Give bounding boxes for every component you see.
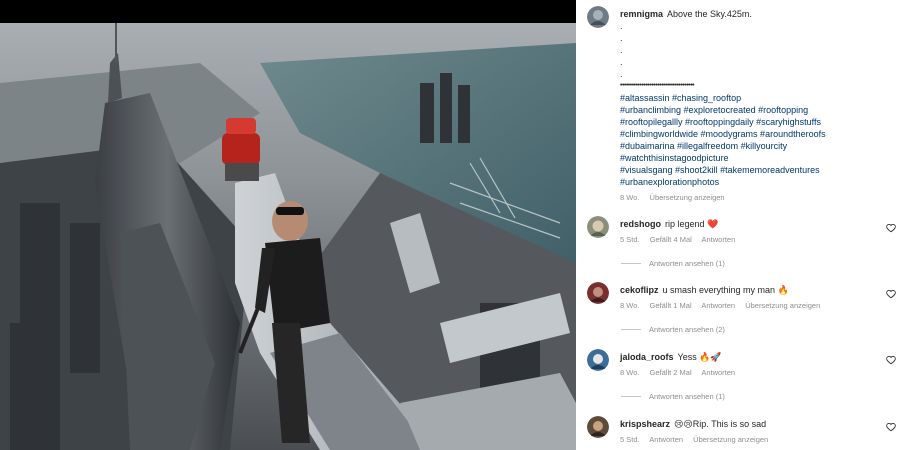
comment-username[interactable]: redshogo [620, 219, 661, 229]
view-replies[interactable]: Antworten ansehen (1) [621, 392, 725, 401]
comment-text-line: jaloda_roofs Yess 🔥🚀 [620, 352, 880, 363]
dot-line: . [620, 33, 623, 43]
dot-line: . [620, 45, 623, 55]
view-replies[interactable]: Antworten ansehen (2) [621, 325, 725, 334]
comments-panel: remnigma Above the Sky.425m. . . . . . ••… [576, 0, 900, 450]
hashtag-line[interactable]: #rooftopilegallly #rooftoppingdaily #sca… [620, 116, 890, 128]
caption-hashtags: #altassassin #chasing_rooftop #urbanclim… [620, 92, 890, 188]
comment-text: Yess 🔥🚀 [677, 352, 722, 362]
comment-meta: 5 Std. Antworten Übersetzung anzeigen [620, 435, 776, 444]
comment-avatar[interactable] [587, 416, 609, 438]
caption-meta: 8 Wo. Übersetzung anzeigen [620, 192, 890, 204]
comment-username[interactable]: jaloda_roofs [620, 352, 674, 362]
instagram-post: remnigma Above the Sky.425m. . . . . . ••… [0, 0, 900, 450]
comment: redshogo rip legend ❤️ 5 Std. Gefällt 4 M… [587, 216, 887, 264]
comment-avatar[interactable] [587, 216, 609, 238]
hashtag-line[interactable]: #urbanclimbing #exploretocreated #roofto… [620, 104, 890, 116]
hashtag-line[interactable]: #urbanexplorationphotos [620, 176, 890, 188]
caption-avatar[interactable] [587, 6, 609, 28]
caption-text: Above the Sky.425m. [667, 9, 752, 19]
hashtag-line[interactable]: #visualsgang #shoot2kill #takememoreadve… [620, 164, 890, 176]
reply-button[interactable]: Antworten [701, 235, 735, 244]
comment-likes[interactable]: Gefällt 4 Mal [650, 235, 692, 244]
reply-button[interactable]: Antworten [701, 301, 735, 310]
comment-text-line: cekoflipz u smash everything my man 🔥 [620, 285, 880, 296]
view-replies-label[interactable]: Antworten ansehen (2) [649, 325, 725, 334]
view-replies-label[interactable]: Antworten ansehen (1) [649, 392, 725, 401]
comment-translate-link[interactable]: Übersetzung anzeigen [745, 301, 820, 310]
avatar-image [587, 349, 609, 371]
comment: cekoflipz u smash everything my man 🔥 8 W… [587, 282, 887, 330]
hashtag-line[interactable]: #watchthisinstagoodpicture [620, 152, 890, 164]
like-heart-icon[interactable] [886, 223, 896, 233]
comment-text: u smash everything my man 🔥 [662, 285, 789, 295]
caption-separator: •••••••••••••••••••••••••••••••••••••• [620, 82, 695, 89]
reply-button[interactable]: Antworten [649, 435, 683, 444]
comment-text: 😢😢Rip. This is so sad [674, 419, 767, 429]
like-heart-icon[interactable] [886, 422, 896, 432]
comment-text: rip legend ❤️ [665, 219, 719, 229]
avatar-image [587, 416, 609, 438]
avatar-image [587, 282, 609, 304]
comment-likes[interactable]: Gefällt 1 Mal [650, 301, 692, 310]
dot-line: . [620, 69, 623, 79]
hashtag-line[interactable]: #altassassin #chasing_rooftop [620, 92, 890, 104]
reply-line-divider [621, 263, 641, 264]
comment: krispshearz 😢😢Rip. This is so sad 5 Std. … [587, 416, 887, 450]
comment-time[interactable]: 8 Wo. [620, 368, 639, 377]
avatar-image [587, 216, 609, 238]
caption-time[interactable]: 8 Wo. [620, 193, 639, 202]
comment-time[interactable]: 5 Std. [620, 435, 640, 444]
comment-time[interactable]: 8 Wo. [620, 301, 639, 310]
comment-time[interactable]: 5 Std. [620, 235, 640, 244]
comment-meta: 8 Wo. Gefällt 2 Mal Antworten [620, 368, 743, 377]
comment-text-line: krispshearz 😢😢Rip. This is so sad [620, 419, 880, 430]
caption-body: remnigma Above the Sky.425m. . . . . . ••… [620, 8, 890, 204]
dot-line: . [620, 57, 623, 67]
comment-text-line: redshogo rip legend ❤️ [620, 219, 880, 230]
reply-button[interactable]: Antworten [701, 368, 735, 377]
comment-username[interactable]: cekoflipz [620, 285, 659, 295]
comment-meta: 5 Std. Gefällt 4 Mal Antworten [620, 235, 743, 244]
like-heart-icon[interactable] [886, 355, 896, 365]
caption-translate-link[interactable]: Übersetzung anzeigen [650, 193, 725, 202]
view-replies[interactable]: Antworten ansehen (1) [621, 259, 725, 268]
post-media[interactable] [0, 0, 576, 450]
view-replies-label[interactable]: Antworten ansehen (1) [649, 259, 725, 268]
dot-line: . [620, 21, 623, 31]
caption-dots: . . . . . [620, 20, 890, 80]
comment: jaloda_roofs Yess 🔥🚀 8 Wo. Gefällt 2 Mal … [587, 349, 887, 397]
reply-line-divider [621, 396, 641, 397]
hashtag-line[interactable]: #dubaimarina #illegalfreedom #killyourci… [620, 140, 890, 152]
comment-meta: 8 Wo. Gefällt 1 Mal Antworten Übersetzun… [620, 301, 828, 310]
comment-username[interactable]: krispshearz [620, 419, 670, 429]
comment-translate-link[interactable]: Übersetzung anzeigen [693, 435, 768, 444]
avatar-image [587, 6, 609, 28]
like-heart-icon[interactable] [886, 289, 896, 299]
reply-line-divider [621, 329, 641, 330]
media-top-bar [0, 0, 576, 23]
comment-avatar[interactable] [587, 349, 609, 371]
comment-likes[interactable]: Gefällt 2 Mal [650, 368, 692, 377]
rooftop-selfie-photo [0, 23, 576, 450]
hashtag-line[interactable]: #climbingworldwide #moodygrams #aroundth… [620, 128, 890, 140]
caption-username[interactable]: remnigma [620, 9, 663, 19]
comment-avatar[interactable] [587, 282, 609, 304]
